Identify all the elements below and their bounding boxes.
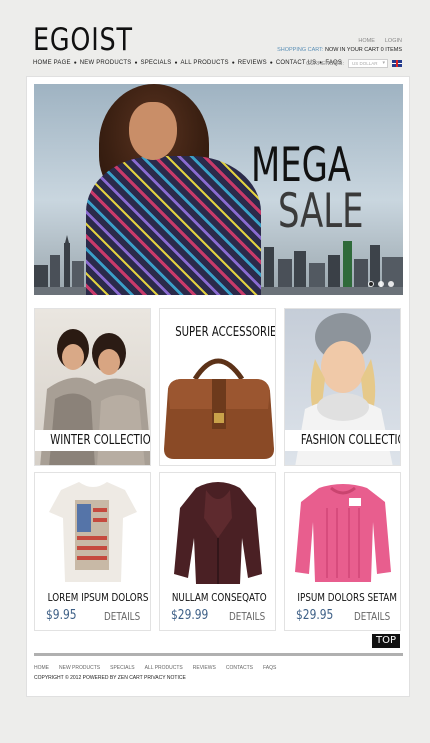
footer-link-all-products[interactable]: ALL PRODUCTS bbox=[145, 665, 183, 671]
footer-link-reviews[interactable]: REVIEWS bbox=[193, 665, 216, 671]
promo-fashion-collection[interactable]: FASHION COLLECTION bbox=[284, 308, 401, 466]
slider-dot-3[interactable] bbox=[388, 281, 394, 287]
product-cardigan-image bbox=[174, 482, 262, 584]
slider-dot-2[interactable] bbox=[378, 281, 384, 287]
winter-collection-caption: WINTER COLLECTION bbox=[35, 430, 150, 451]
currency-select[interactable]: US DOLLAR bbox=[348, 59, 388, 68]
product-card[interactable]: LOREM IPSUM DOLORS $9.95 DETAILS bbox=[34, 472, 151, 631]
nav-home-page[interactable]: HOME PAGE bbox=[33, 60, 71, 66]
promo-winter-collection[interactable]: WINTER COLLECTION bbox=[34, 308, 151, 466]
copyright-text: COPYRIGHT © 2012 POWERED BY ZEN CART PRI… bbox=[34, 675, 186, 681]
nav-reviews[interactable]: REVIEWS bbox=[238, 60, 267, 66]
product-name[interactable]: IPSUM DOLORS SETAM bbox=[285, 591, 400, 604]
product-price: $29.99 bbox=[171, 608, 209, 623]
footer-link-faqs[interactable]: FAQS bbox=[263, 665, 276, 671]
nav-separator: ● bbox=[231, 60, 235, 66]
footer-link-specials[interactable]: SPECIALS bbox=[110, 665, 134, 671]
banner-headline-mega: MEGA bbox=[251, 138, 351, 193]
login-link[interactable]: LOGIN bbox=[385, 38, 402, 44]
nav-separator: ● bbox=[174, 60, 178, 66]
product-details-link[interactable]: DETAILS bbox=[229, 610, 265, 623]
utility-links: HOME LOGIN bbox=[358, 38, 402, 44]
product-details-link[interactable]: DETAILS bbox=[104, 610, 140, 623]
product-card[interactable]: NULLAM CONSEQATO $29.99 DETAILS bbox=[159, 472, 276, 631]
hero-banner[interactable]: MEGA SALE bbox=[34, 84, 403, 295]
currency-label: CURRENCIES: bbox=[306, 60, 344, 67]
cart-value: NOW IN YOUR CART 0 ITEMS bbox=[324, 47, 402, 53]
slider-pagination bbox=[368, 281, 394, 287]
product-tshirt-image bbox=[49, 482, 137, 582]
product-price: $29.95 bbox=[296, 608, 334, 623]
product-price: $9.95 bbox=[46, 608, 77, 623]
product-sweater-image bbox=[295, 484, 391, 582]
top-navigation: HOME PAGE ● NEW PRODUCTS ● SPECIALS ● ALL P… bbox=[33, 60, 342, 66]
fashion-collection-caption: FASHION COLLECTION bbox=[285, 430, 400, 451]
nav-separator: ● bbox=[134, 60, 138, 66]
banner-headline-sale: SALE bbox=[278, 184, 364, 239]
footer-link-home[interactable]: HOME bbox=[34, 665, 49, 671]
product-name[interactable]: NULLAM CONSEQATO bbox=[160, 591, 275, 604]
product-details-link[interactable]: DETAILS bbox=[354, 610, 390, 623]
model-sweater-image bbox=[86, 156, 261, 295]
footer-link-new-products[interactable]: NEW PRODUCTS bbox=[59, 665, 100, 671]
footer-navigation: HOME NEW PRODUCTS SPECIALS ALL PRODUCTS … bbox=[34, 665, 276, 671]
currency-selector-row: CURRENCIES: US DOLLAR bbox=[306, 59, 402, 68]
back-to-top-button[interactable]: TOP bbox=[372, 634, 400, 648]
nav-specials[interactable]: SPECIALS bbox=[141, 60, 172, 66]
product-name[interactable]: LOREM IPSUM DOLORS bbox=[35, 591, 150, 604]
product-card[interactable]: IPSUM DOLORS SETAM $29.95 DETAILS bbox=[284, 472, 401, 631]
model-face-image bbox=[129, 102, 177, 160]
nav-new-products[interactable]: NEW PRODUCTS bbox=[80, 60, 132, 66]
shopping-cart-status[interactable]: SHOPPING CART: NOW IN YOUR CART 0 ITEMS bbox=[277, 47, 402, 53]
cart-label: SHOPPING CART: bbox=[277, 47, 324, 53]
promo-super-accessories[interactable]: SUPER ACCESSORIES bbox=[159, 308, 276, 466]
uk-flag-icon[interactable] bbox=[392, 60, 402, 67]
home-link[interactable]: HOME bbox=[358, 38, 375, 44]
slider-dot-1[interactable] bbox=[368, 281, 374, 287]
main-content-panel: MEGA SALE WINTER COLLECTION SUPER ACCESS… bbox=[26, 76, 410, 697]
nav-separator: ● bbox=[269, 60, 273, 66]
site-logo[interactable]: EGOIST bbox=[33, 22, 133, 58]
footer-link-contacts[interactable]: CONTACTS bbox=[226, 665, 253, 671]
leather-bag-image bbox=[164, 358, 274, 459]
nav-all-products[interactable]: ALL PRODUCTS bbox=[180, 60, 228, 66]
nav-separator: ● bbox=[73, 60, 77, 66]
super-accessories-caption: SUPER ACCESSORIES bbox=[160, 322, 275, 343]
footer-divider bbox=[34, 653, 403, 656]
